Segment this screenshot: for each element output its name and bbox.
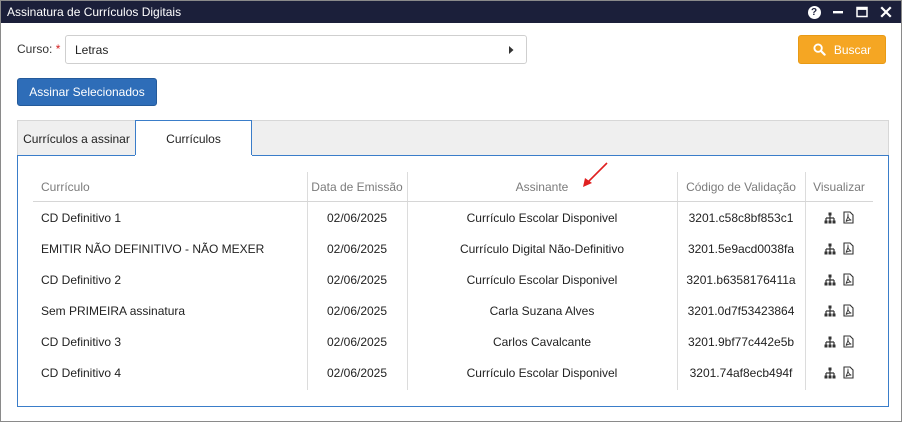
help-button[interactable]: ? xyxy=(807,5,821,19)
cell-visualizar xyxy=(805,326,873,357)
caret-right-icon xyxy=(509,46,514,54)
table-row[interactable]: CD Definitivo 4 02/06/2025 Currículo Escol… xyxy=(33,357,873,388)
required-marker: * xyxy=(55,42,61,56)
hierarchy-icon[interactable] xyxy=(824,212,836,224)
cell-codigo-validacao: 3201.74af8ecb494f xyxy=(689,365,793,380)
cell-curriculo: Sem PRIMEIRA assinatura xyxy=(41,303,186,318)
column-header-visualizar: Visualizar xyxy=(813,179,865,194)
help-icon: ? xyxy=(807,5,821,19)
table-header: Currículo Data de Emissão Assinante Códi… xyxy=(33,172,873,202)
maximize-icon xyxy=(856,6,868,18)
hierarchy-icon[interactable] xyxy=(824,367,836,379)
curso-select[interactable]: Letras xyxy=(65,35,527,64)
hierarchy-icon[interactable] xyxy=(824,305,836,317)
tab-bar: Currículos a assinar Currículos xyxy=(17,120,889,157)
search-button-label: Buscar xyxy=(833,42,872,57)
tab-curriculos[interactable]: Currículos xyxy=(135,120,252,157)
cell-assinante: Carlos Cavalcante xyxy=(492,334,592,349)
cell-codigo-validacao: 3201.0d7f53423864 xyxy=(687,303,795,318)
table-row[interactable]: EMITIR NÃO DEFINITIVO - NÃO MEXER 02/06/2… xyxy=(33,233,873,264)
column-header-codigo-validacao[interactable]: Código de Validação xyxy=(677,172,805,201)
pdf-icon[interactable] xyxy=(843,211,854,224)
title-bar: Assinatura de Currículos Digitais ? xyxy=(1,1,901,23)
active-tab-joint xyxy=(135,155,252,157)
cell-visualizar xyxy=(805,202,873,233)
cell-data-emissao: 02/06/2025 xyxy=(326,334,388,349)
table-row[interactable]: CD Definitivo 1 02/06/2025 Currículo Escol… xyxy=(33,202,873,233)
table-row[interactable]: CD Definitivo 2 02/06/2025 Currículo Escol… xyxy=(33,264,873,295)
sign-selected-button[interactable]: Assinar Selecionados xyxy=(17,78,157,106)
cell-assinante: Currículo Digital Não-Definitivo xyxy=(459,241,625,256)
cell-curriculo: CD Definitivo 3 xyxy=(41,334,122,349)
pdf-icon[interactable] xyxy=(843,335,854,348)
pdf-icon[interactable] xyxy=(843,366,854,379)
cell-visualizar xyxy=(805,264,873,295)
window-controls: ? xyxy=(807,4,893,20)
app-window: Assinatura de Currículos Digitais ? Curs… xyxy=(0,0,902,422)
cell-codigo-validacao: 3201.c58c8bf853c1 xyxy=(688,210,794,225)
cell-curriculo: CD Definitivo 1 xyxy=(41,210,122,225)
tab-panel: Currículo Data de Emissão Assinante Códi… xyxy=(17,155,889,407)
column-header-curriculo[interactable]: Currículo xyxy=(41,172,307,201)
cell-visualizar xyxy=(805,295,873,326)
cell-data-emissao: 02/06/2025 xyxy=(326,210,388,225)
curriculos-table: Currículo Data de Emissão Assinante Códi… xyxy=(33,172,873,390)
cell-visualizar xyxy=(805,233,873,264)
close-button[interactable] xyxy=(879,5,893,19)
annotation-arrow xyxy=(583,162,608,187)
column-header-assinante[interactable]: Assinante xyxy=(407,172,677,201)
cell-codigo-validacao: 3201.b6358176411a xyxy=(686,272,796,287)
cell-assinante: Currículo Escolar Disponivel xyxy=(466,365,618,380)
cell-codigo-validacao: 3201.9bf77c442e5b xyxy=(687,334,795,349)
pdf-icon[interactable] xyxy=(843,304,854,317)
pdf-icon[interactable] xyxy=(843,273,854,286)
minimize-button[interactable] xyxy=(831,5,845,19)
cell-curriculo: EMITIR NÃO DEFINITIVO - NÃO MEXER xyxy=(41,241,265,256)
curso-label: Curso: * xyxy=(17,42,60,56)
cell-data-emissao: 02/06/2025 xyxy=(326,365,388,380)
hierarchy-icon[interactable] xyxy=(824,274,836,286)
cell-data-emissao: 02/06/2025 xyxy=(326,241,388,256)
hierarchy-icon[interactable] xyxy=(824,336,836,348)
curso-label-text: Curso: xyxy=(17,42,53,56)
cell-data-emissao: 02/06/2025 xyxy=(326,303,388,318)
hierarchy-icon[interactable] xyxy=(824,243,836,255)
cell-assinante: Carla Suzana Alves xyxy=(489,303,595,318)
cell-curriculo: CD Definitivo 4 xyxy=(41,365,122,380)
table-body: CD Definitivo 1 02/06/2025 Currículo Escol… xyxy=(33,202,873,388)
minimize-icon xyxy=(833,11,843,14)
cell-assinante: Currículo Escolar Disponivel xyxy=(466,272,618,287)
close-icon xyxy=(880,6,892,18)
cell-data-emissao: 02/06/2025 xyxy=(326,272,388,287)
cell-visualizar xyxy=(805,357,873,388)
table-row[interactable]: CD Definitivo 3 02/06/2025 Carlos Cavalcan… xyxy=(33,326,873,357)
search-button[interactable]: Buscar xyxy=(798,35,886,64)
table-row[interactable]: Sem PRIMEIRA assinatura 02/06/2025 Carla S… xyxy=(33,295,873,326)
pdf-icon[interactable] xyxy=(843,242,854,255)
curso-select-value: Letras xyxy=(75,43,109,57)
tab-curriculos-a-assinar[interactable]: Currículos a assinar xyxy=(18,121,136,157)
cell-codigo-validacao: 3201.5e9acd0038fa xyxy=(687,241,795,256)
search-icon xyxy=(813,43,826,56)
cell-curriculo: CD Definitivo 2 xyxy=(41,272,122,287)
window-title: Assinatura de Currículos Digitais xyxy=(7,5,182,19)
maximize-button[interactable] xyxy=(855,5,869,19)
column-header-data-emissao[interactable]: Data de Emissão xyxy=(307,172,407,201)
cell-assinante: Currículo Escolar Disponivel xyxy=(466,210,618,225)
